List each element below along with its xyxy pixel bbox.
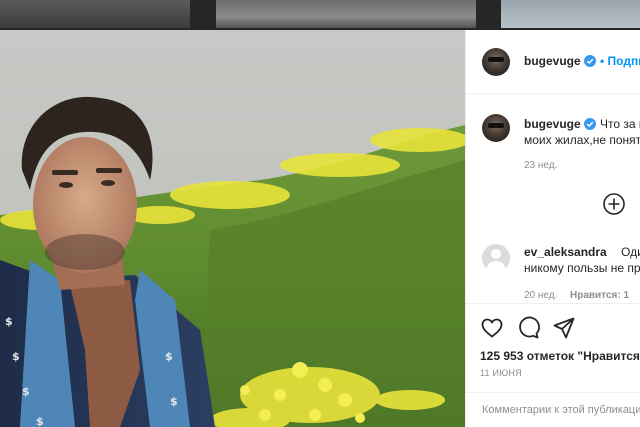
svg-text:$: $	[36, 415, 44, 427]
comment-placeholder: Комментарии к этой публикации	[482, 404, 640, 416]
svg-text:$: $	[170, 395, 178, 408]
background-thumbnail	[501, 0, 640, 28]
commenter-avatar[interactable]	[482, 244, 510, 272]
caption-author-avatar[interactable]	[482, 114, 510, 142]
background-feed-strip	[0, 0, 640, 30]
svg-text:$: $	[165, 350, 173, 363]
comment-likes[interactable]: Нравится: 1	[570, 290, 629, 301]
follow-label: Подписаться	[607, 54, 640, 68]
background-thumbnail	[216, 0, 476, 28]
post-photo[interactable]: $ $ $ $ $ $	[0, 30, 465, 427]
post-side-panel: bugevuge • Подписаться bugevuge Что за к…	[465, 30, 640, 427]
commenter-username[interactable]: ev_aleksandra	[524, 245, 607, 259]
caption-text-line1: Что за кровь течет в	[600, 117, 640, 131]
likes-count[interactable]: 125 953 отметок "Нравится"	[480, 349, 640, 363]
plus-circle-icon[interactable]	[602, 192, 626, 216]
post-header: bugevuge • Подписаться	[466, 30, 640, 94]
comment-bubble-icon[interactable]	[516, 316, 540, 340]
comment-text-line2: никому пользы не принесёт	[524, 261, 640, 275]
svg-text:$: $	[22, 385, 30, 398]
author-username[interactable]: bugevuge	[524, 54, 581, 68]
heart-icon[interactable]	[480, 316, 504, 340]
post-date[interactable]: 11 ИЮНЯ	[480, 368, 522, 378]
follow-button[interactable]: • Подписаться	[600, 54, 640, 68]
caption-time[interactable]: 23 нед.	[524, 160, 557, 171]
caption-text-line2: моих жилах,не понятно	[524, 133, 640, 147]
comment-input[interactable]: Комментарии к этой публикации	[466, 392, 640, 427]
svg-text:$: $	[5, 315, 13, 328]
paper-plane-icon[interactable]	[552, 316, 576, 340]
comment-text-line1: Одинокий	[621, 245, 640, 259]
post-photo-image: $ $ $ $ $ $	[0, 30, 465, 427]
post-actions: 125 953 отметок "Нравится" 11 ИЮНЯ Комме…	[466, 303, 640, 427]
verified-badge-icon	[584, 55, 596, 67]
author-avatar[interactable]	[482, 48, 510, 76]
background-thumbnail	[0, 0, 190, 28]
comment-time[interactable]: 20 нед.	[524, 290, 557, 301]
caption-username[interactable]: bugevuge	[524, 117, 581, 131]
svg-text:$: $	[12, 350, 20, 363]
verified-badge-icon	[584, 118, 596, 130]
